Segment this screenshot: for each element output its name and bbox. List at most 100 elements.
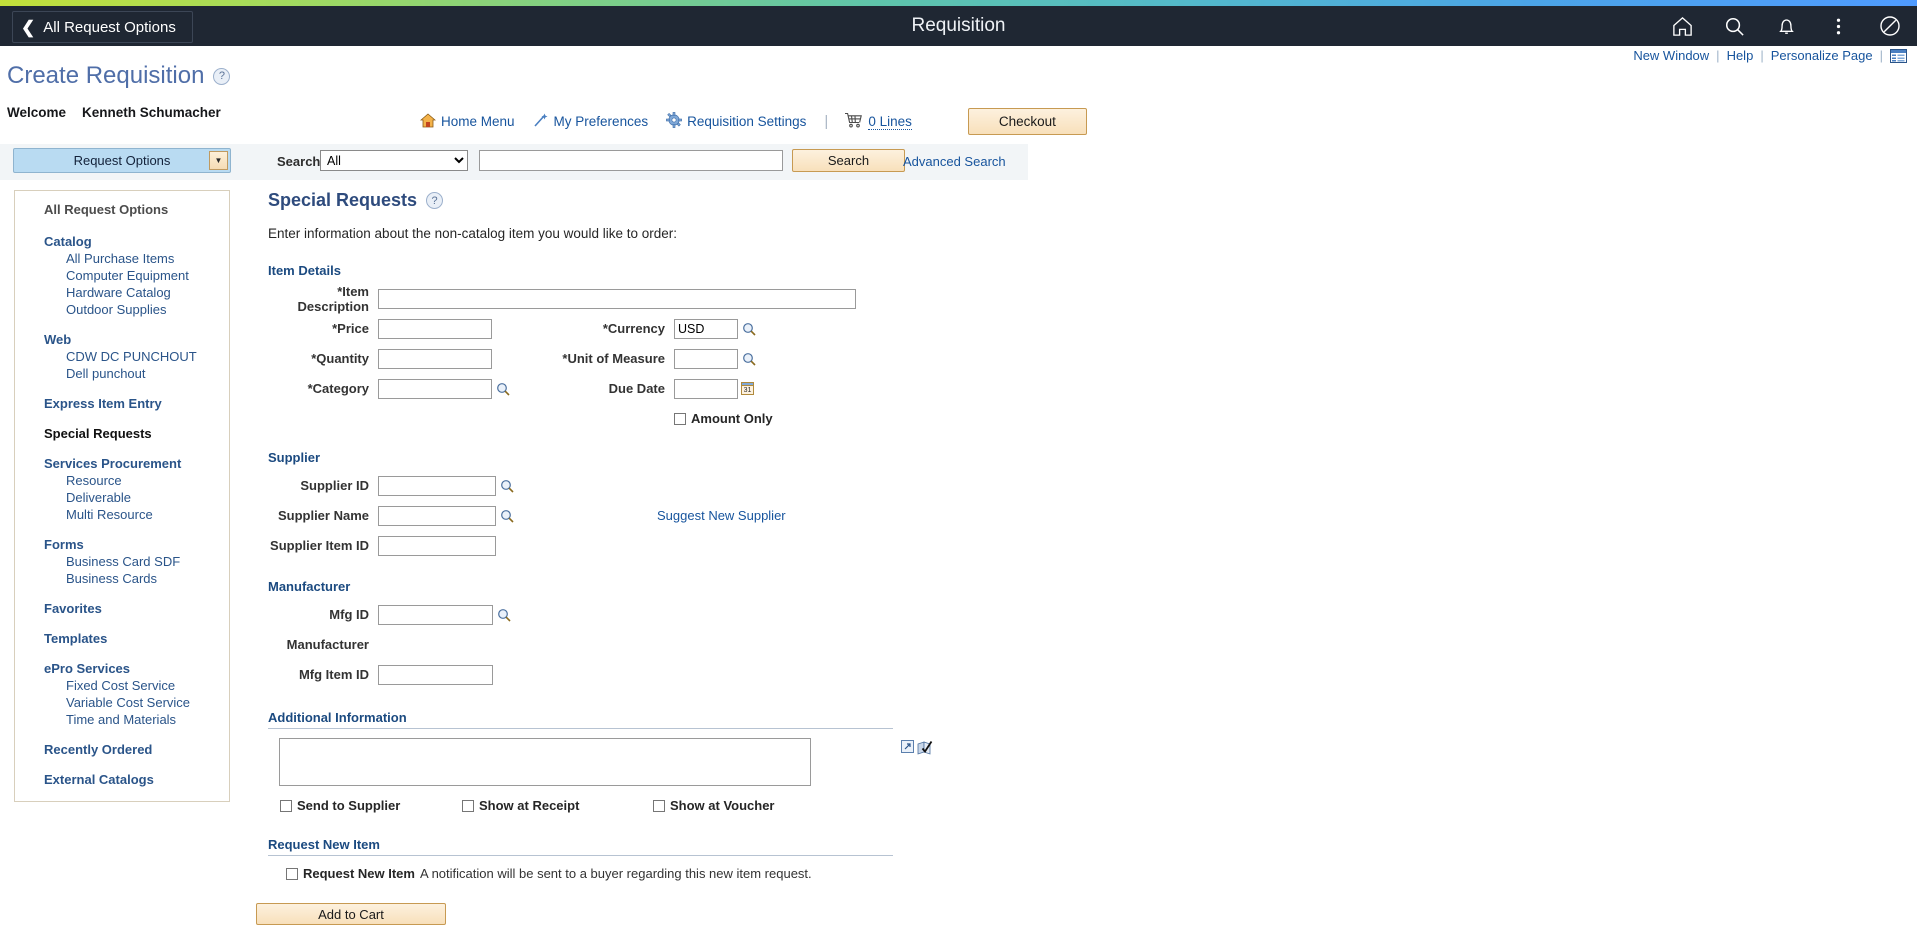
category-duedate-row: *Category Due Date 31 xyxy=(268,377,893,400)
sidebar-item-epro-services[interactable]: ePro Services xyxy=(15,661,229,676)
checkout-button[interactable]: Checkout xyxy=(968,108,1087,135)
due-date-input[interactable] xyxy=(674,379,738,399)
amount-only-checkbox[interactable] xyxy=(674,413,686,425)
sidebar-item-cdw-dc-punchout[interactable]: CDW DC PUNCHOUT xyxy=(15,349,229,364)
add-to-cart-button[interactable]: Add to Cart xyxy=(256,903,446,925)
suggest-new-supplier-link[interactable]: Suggest New Supplier xyxy=(657,508,786,523)
sidebar-item-express-item-entry[interactable]: Express Item Entry xyxy=(15,396,229,411)
supplier-id-lookup-icon[interactable] xyxy=(500,479,514,493)
sidebar-item-recently-ordered[interactable]: Recently Ordered xyxy=(15,742,229,757)
back-to-all-request-options-button[interactable]: ❮ All Request Options xyxy=(12,11,193,43)
sidebar-item-special-requests[interactable]: Special Requests xyxy=(15,426,229,441)
calendar-icon[interactable]: 31 xyxy=(741,382,754,395)
my-preferences-button[interactable]: My Preferences xyxy=(533,113,649,131)
unit-of-measure-input[interactable] xyxy=(674,349,738,369)
currency-lookup-icon[interactable] xyxy=(742,322,756,336)
linkbar-separator-3: | xyxy=(1880,48,1883,63)
welcome-row: Welcome Kenneth Schumacher xyxy=(7,105,221,120)
personalize-page-link[interactable]: Personalize Page xyxy=(1771,48,1873,63)
unit-of-measure-lookup-icon[interactable] xyxy=(742,352,756,366)
supplier-id-input[interactable] xyxy=(378,476,496,496)
sidebar-item-catalog[interactable]: Catalog xyxy=(15,234,229,249)
request-new-item-label: Request New Item xyxy=(303,866,415,881)
sidebar-item-resource[interactable]: Resource xyxy=(15,473,229,488)
sidebar-item-outdoor-supplies[interactable]: Outdoor Supplies xyxy=(15,302,229,317)
new-window-link[interactable]: New Window xyxy=(1633,48,1709,63)
sidebar-item-hardware-catalog[interactable]: Hardware Catalog xyxy=(15,285,229,300)
nav-compass-icon[interactable] xyxy=(1877,13,1903,39)
sidebar-item-business-cards[interactable]: Business Cards xyxy=(15,571,229,586)
sidebar-item-services-procurement[interactable]: Services Procurement xyxy=(15,456,229,471)
send-to-supplier-checkbox[interactable] xyxy=(280,800,292,812)
expand-textarea-icon[interactable] xyxy=(901,740,914,758)
show-at-voucher-checkbox[interactable] xyxy=(653,800,665,812)
sidebar-item-computer-equipment[interactable]: Computer Equipment xyxy=(15,268,229,283)
sidebar-item-external-catalogs[interactable]: External Catalogs xyxy=(15,772,229,787)
supplier-item-id-input[interactable] xyxy=(378,536,496,556)
toolbar-separator: | xyxy=(824,113,828,130)
sidebar-group-services-procurement: Services Procurement Resource Deliverabl… xyxy=(15,456,229,522)
sidebar-item-all-purchase-items[interactable]: All Purchase Items xyxy=(15,251,229,266)
show-at-voucher-label: Show at Voucher xyxy=(670,798,775,813)
search-label: Search xyxy=(277,154,320,169)
page-title-label: Create Requisition xyxy=(7,62,204,90)
requisition-settings-button[interactable]: Requisition Settings xyxy=(666,112,806,131)
quantity-uom-row: *Quantity *Unit of Measure xyxy=(268,347,893,370)
sidebar-item-multi-resource[interactable]: Multi Resource xyxy=(15,507,229,522)
cart-lines-button[interactable]: 0 Lines xyxy=(844,112,912,131)
request-options-dropdown-button[interactable]: Request Options ▼ xyxy=(13,148,231,173)
show-at-receipt-checkbox[interactable] xyxy=(462,800,474,812)
sidebar-item-deliverable[interactable]: Deliverable xyxy=(15,490,229,505)
sidebar-item-variable-cost-service[interactable]: Variable Cost Service xyxy=(15,695,229,710)
mfg-id-input[interactable] xyxy=(378,605,493,625)
request-new-item-checkbox-group[interactable]: Request New Item xyxy=(286,866,420,881)
notifications-bell-icon[interactable] xyxy=(1773,13,1799,39)
sidebar-item-templates[interactable]: Templates xyxy=(15,631,229,646)
quantity-input[interactable] xyxy=(378,349,492,369)
supplier-name-lookup-icon[interactable] xyxy=(500,509,514,523)
help-link[interactable]: Help xyxy=(1727,48,1754,63)
show-at-receipt-checkbox-group[interactable]: Show at Receipt xyxy=(462,798,653,813)
mfg-item-id-row: Mfg Item ID xyxy=(268,663,893,686)
sidebar-item-forms[interactable]: Forms xyxy=(15,537,229,552)
special-requests-help-icon[interactable]: ? xyxy=(426,192,443,209)
price-input[interactable] xyxy=(378,319,492,339)
page-layout-icon[interactable] xyxy=(1890,49,1907,63)
search-button[interactable]: Search xyxy=(792,149,905,172)
mfg-id-label: Mfg ID xyxy=(268,607,378,622)
search-input[interactable] xyxy=(479,150,783,171)
page-help-icon[interactable]: ? xyxy=(213,68,230,85)
search-icon[interactable] xyxy=(1721,13,1747,39)
item-details-section-title: Item Details xyxy=(268,263,893,278)
supplier-name-input[interactable] xyxy=(378,506,496,526)
sidebar-item-business-card-sdf[interactable]: Business Card SDF xyxy=(15,554,229,569)
sidebar-item-time-and-materials[interactable]: Time and Materials xyxy=(15,712,229,727)
mfg-id-lookup-icon[interactable] xyxy=(497,608,511,622)
mfg-item-id-input[interactable] xyxy=(378,665,493,685)
home-icon[interactable] xyxy=(1669,13,1695,39)
chevron-down-icon[interactable]: ▼ xyxy=(209,151,228,170)
request-options-sidebar: All Request Options Catalog All Purchase… xyxy=(14,190,230,802)
advanced-search-link[interactable]: Advanced Search xyxy=(903,154,1006,169)
home-menu-button[interactable]: Home Menu xyxy=(420,113,515,131)
sidebar-item-favorites[interactable]: Favorites xyxy=(15,601,229,616)
category-lookup-icon[interactable] xyxy=(496,382,510,396)
sidebar-item-dell-punchout[interactable]: Dell punchout xyxy=(15,366,229,381)
show-at-voucher-checkbox-group[interactable]: Show at Voucher xyxy=(653,798,775,813)
request-new-item-note: A notification will be sent to a buyer r… xyxy=(420,866,812,881)
additional-information-textarea[interactable] xyxy=(279,738,811,786)
spell-check-icon[interactable] xyxy=(917,740,933,760)
request-new-item-checkbox[interactable] xyxy=(286,868,298,880)
shopping-cart-icon xyxy=(844,112,863,131)
sidebar-group-templates: Templates xyxy=(15,631,229,646)
search-category-select[interactable]: All xyxy=(320,150,468,171)
category-input[interactable] xyxy=(378,379,492,399)
send-to-supplier-checkbox-group[interactable]: Send to Supplier xyxy=(280,798,462,813)
sidebar-group-external-catalogs: External Catalogs xyxy=(15,772,229,787)
actions-kebab-icon[interactable] xyxy=(1825,13,1851,39)
sidebar-item-web[interactable]: Web xyxy=(15,332,229,347)
currency-input[interactable] xyxy=(674,319,738,339)
amount-only-checkbox-group[interactable]: Amount Only xyxy=(674,411,773,426)
sidebar-item-fixed-cost-service[interactable]: Fixed Cost Service xyxy=(15,678,229,693)
item-description-input[interactable] xyxy=(378,289,856,309)
